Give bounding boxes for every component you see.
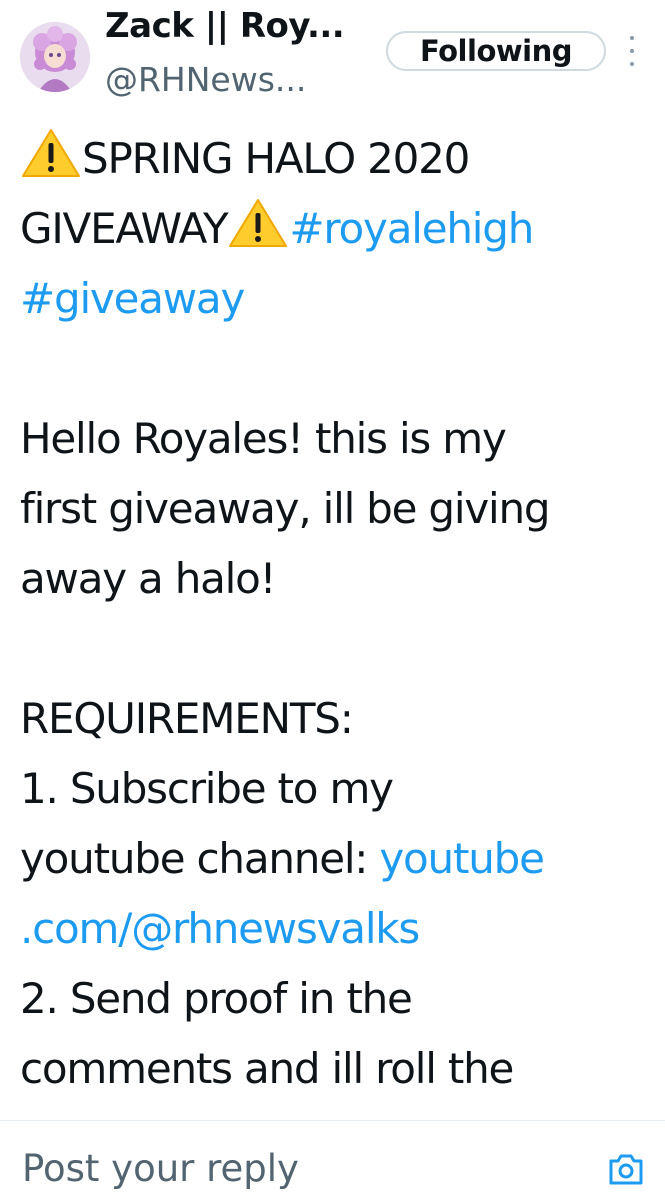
reply-input[interactable]: Post your reply — [22, 1147, 299, 1190]
following-button[interactable]: Following — [386, 31, 606, 71]
warning-emoji-icon — [227, 197, 289, 249]
avatar[interactable] — [20, 22, 90, 92]
tweet-line-text: 2. Send proof in the — [20, 974, 413, 1023]
hashtag-royalehigh-link[interactable]: #royalehigh — [289, 204, 534, 253]
reply-bar: Post your reply — [0, 1120, 665, 1200]
tweet-line: youtube channel: youtube — [20, 824, 650, 894]
tweet-line: Hello Royales! this is my — [20, 404, 650, 474]
tweet-line-text: comments and ill roll the — [20, 1044, 514, 1093]
tweet-line: GIVEAWAY #royalehigh — [20, 194, 650, 264]
tweet-text: SPRING HALO 2020 GIVEAWAY #royalehigh #g… — [20, 124, 650, 1118]
tweet-header: Zack || Roy... @RHNews... Following — [0, 0, 665, 110]
display-name[interactable]: Zack || Roy... — [105, 6, 345, 46]
tweet-line: away a halo! — [20, 544, 650, 614]
vertical-ellipsis-icon[interactable] — [622, 36, 642, 66]
tweet-line-text: 1. Subscribe to my — [20, 764, 394, 813]
tweet-line: REQUIREMENTS: — [20, 684, 650, 754]
warning-emoji-icon — [20, 127, 82, 179]
tweet-line: SPRING HALO 2020 — [20, 124, 650, 194]
tweet-line-text: SPRING HALO 2020 — [82, 134, 470, 183]
tweet-line: .com/@rhnewsvalks — [20, 894, 650, 964]
youtube-link[interactable]: youtube — [379, 834, 545, 883]
tweet-line: 2. Send proof in the — [20, 964, 650, 1034]
tweet-line: comments and ill roll the — [20, 1034, 650, 1104]
hashtag-giveaway-link[interactable]: #giveaway — [20, 274, 245, 323]
youtube-link[interactable]: .com/@rhnewsvalks — [20, 904, 420, 953]
tweet-line-text: youtube channel: — [20, 834, 380, 883]
tweet-line-text: Hello Royales! this is my — [20, 414, 507, 463]
tweet-line-text: REQUIREMENTS: — [20, 694, 354, 743]
tweet-line-text: GIVEAWAY — [20, 204, 229, 253]
tweet-line-text: away a halo! — [20, 554, 276, 603]
camera-icon[interactable] — [608, 1152, 644, 1186]
user-handle[interactable]: @RHNews... — [105, 60, 306, 99]
tweet-line-text: first giveaway, ill be giving — [20, 484, 551, 533]
tweet-line: 1. Subscribe to my — [20, 754, 650, 824]
tweet-line: giveaway — [20, 1104, 650, 1118]
tweet-line-text: giveaway — [20, 1114, 211, 1118]
tweet-line: #giveaway — [20, 264, 650, 334]
tweet-line: first giveaway, ill be giving — [20, 474, 650, 544]
